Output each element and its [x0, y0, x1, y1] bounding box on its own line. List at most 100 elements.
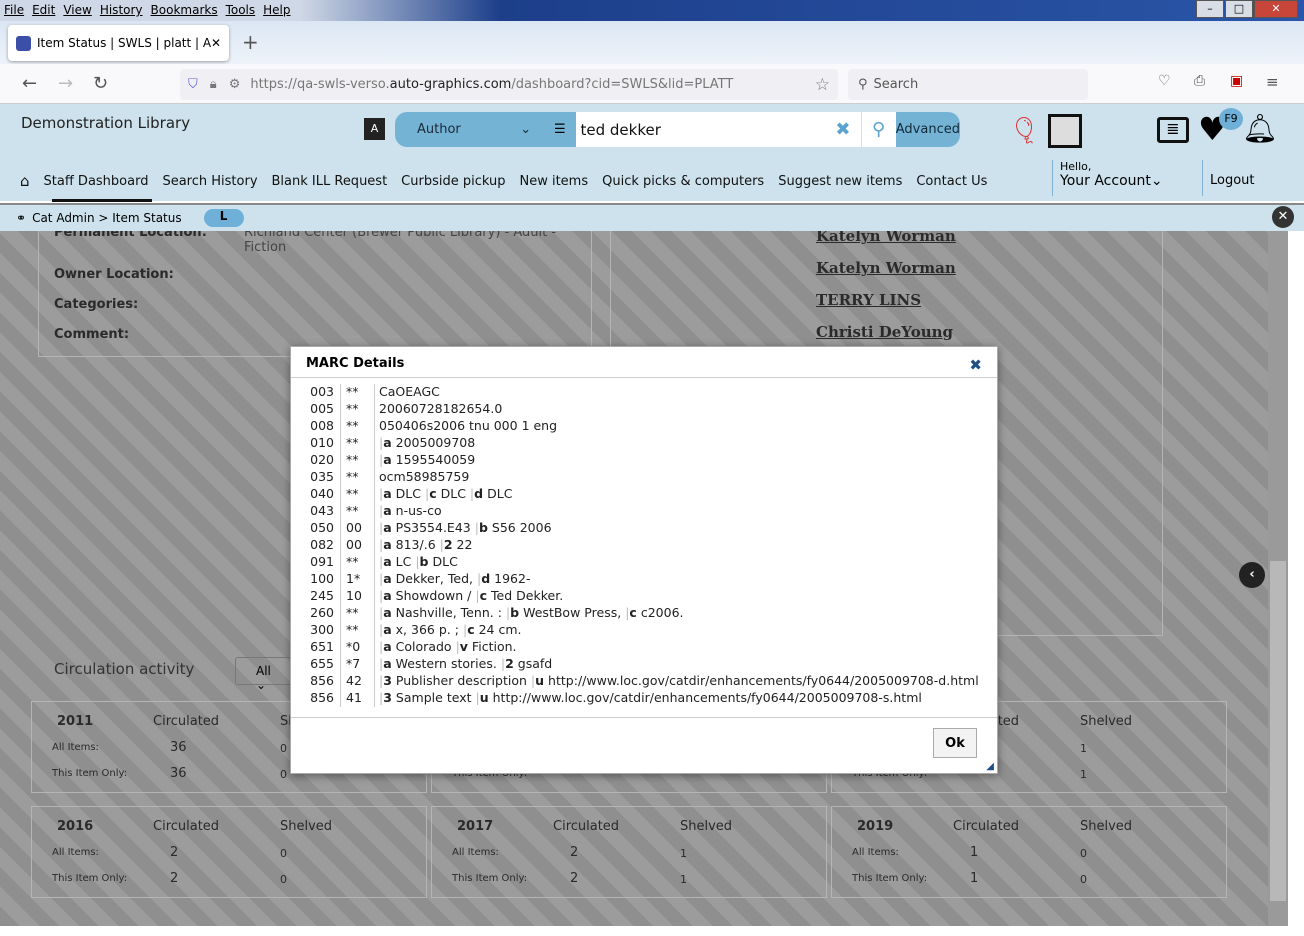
nav-curbside-pickup[interactable]: Curbside pickup	[401, 174, 505, 189]
url-bar[interactable]: ⛉ 🔒︎ ⚙ https://qa-swls-verso. auto-graphics.…	[180, 69, 838, 100]
nav-search-history[interactable]: Search History	[162, 174, 257, 189]
circulated-header: Circulated	[153, 819, 220, 834]
marc-indicators: 00	[341, 520, 375, 537]
search-icon[interactable]: ⚲	[860, 112, 896, 147]
marc-row: 245 10 |a Showdown / |c Ted Dekker.	[291, 588, 997, 605]
marc-indicators: *0	[341, 639, 375, 656]
menu-edit[interactable]: Edit	[28, 0, 59, 17]
menu-help[interactable]: Help	[259, 0, 294, 17]
chevron-left-icon[interactable]: ‹	[1239, 562, 1265, 588]
marc-indicators: **	[341, 435, 375, 452]
name-link[interactable]: Katelyn Worman	[816, 231, 956, 245]
forward-icon[interactable]: →	[58, 73, 73, 94]
nav-blank-ill-request[interactable]: Blank ILL Request	[272, 174, 388, 189]
minimize-button[interactable]: –	[1196, 0, 1224, 18]
close-icon[interactable]: ✕	[1272, 206, 1294, 228]
all-shelved: 0	[280, 742, 287, 755]
advanced-search-button[interactable]: Advanced	[896, 122, 960, 137]
browser-tab[interactable]: Item Status | SWLS | platt | Auto-✕	[8, 25, 229, 61]
circulation-filter[interactable]: All ⌄	[235, 657, 295, 692]
tab-title: Item Status | SWLS | platt | Auto-	[37, 36, 211, 50]
l-badge[interactable]: L	[203, 209, 244, 227]
scrollbar-thumb[interactable]	[1270, 561, 1286, 901]
close-tab-icon[interactable]: ✕	[211, 36, 221, 50]
account-menu[interactable]: Hello, Your Account⌄	[1052, 160, 1202, 196]
browser-search[interactable]: ⚲ Search	[848, 69, 1088, 100]
marc-tag: 035	[291, 469, 341, 486]
marc-row: 020 ** |a 1595540059	[291, 452, 997, 469]
close-window-button[interactable]: ✕	[1254, 0, 1298, 18]
name-link[interactable]: TERRY LINS	[816, 291, 921, 309]
search-input[interactable]	[576, 112, 826, 147]
close-icon[interactable]: ✖	[969, 356, 982, 374]
nav-suggest-new-items[interactable]: Suggest new items	[778, 174, 902, 189]
new-tab-button[interactable]: +	[242, 30, 259, 54]
marc-row: 050 00 |a PS3554.E43 |b S56 2006	[291, 520, 997, 537]
logout-link[interactable]: Logout	[1202, 160, 1255, 196]
catalog-search-icon[interactable]	[1048, 114, 1082, 148]
clear-search-icon[interactable]: ✖	[825, 112, 861, 147]
all-circulated: 2	[570, 845, 579, 860]
marc-value: |a Western stories. |2 gsafd	[379, 656, 553, 671]
menu-tools[interactable]: Tools	[222, 0, 260, 17]
reload-icon[interactable]: ↻	[93, 73, 108, 94]
marc-row: 008 ** 050406s2006 tnu 000 1 eng	[291, 418, 997, 435]
scrollbar[interactable]	[1268, 231, 1288, 926]
ok-button[interactable]: Ok	[933, 728, 977, 758]
all-items-label: All Items:	[452, 847, 499, 858]
resize-handle-icon[interactable]: ◢	[986, 761, 994, 772]
marc-tag: 003	[291, 384, 341, 401]
home-icon[interactable]: ⌂	[20, 172, 30, 190]
bookmark-star-icon[interactable]: ☆	[815, 75, 830, 95]
marc-row: 035 ** ocm58985759	[291, 469, 997, 486]
this-shelved: 0	[280, 768, 287, 781]
back-icon[interactable]: ←	[22, 73, 37, 94]
menu-history[interactable]: History	[96, 0, 147, 17]
list-icon[interactable]: ≣	[1157, 117, 1189, 143]
f9-badge: F9	[1219, 108, 1243, 130]
shelved-header: Shelved	[1080, 819, 1133, 834]
marc-indicators: 1*	[341, 571, 375, 588]
shelved-header: Shelved	[680, 819, 733, 834]
name-link[interactable]: Christi DeYoung	[816, 323, 953, 341]
window-controls: – □ ✕	[1195, 0, 1298, 18]
account-label: Your Account	[1060, 173, 1151, 189]
this-item-label: This Item Only:	[452, 873, 528, 884]
database-icon[interactable]: ☰	[543, 122, 576, 137]
all-shelved: 0	[1080, 847, 1087, 860]
search-bar: Author ⌄ ☰ ✖ ⚲ Advanced	[395, 112, 960, 147]
breadcrumb-path[interactable]: Cat Admin > Item Status	[32, 211, 182, 225]
search-type-value: Author	[417, 122, 461, 137]
maximize-button[interactable]: □	[1225, 0, 1253, 18]
nav-contact-us[interactable]: Contact Us	[916, 174, 987, 189]
bell-icon[interactable]: 🔔︎	[1242, 112, 1278, 145]
balloon-icon[interactable]: 🎈︎	[1008, 116, 1041, 146]
menu-file[interactable]: File	[0, 0, 28, 17]
name-link[interactable]: Katelyn Worman	[816, 259, 956, 277]
all-shelved: 1	[1080, 742, 1087, 755]
marc-indicators: **	[341, 486, 375, 503]
menu-icon[interactable]: ≡	[1266, 73, 1279, 91]
this-circulated: 1	[970, 871, 979, 886]
marc-row: 040 ** |a DLC |c DLC |d DLC	[291, 486, 997, 503]
this-item-label: This Item Only:	[52, 768, 128, 779]
pocket-icon[interactable]: ♡	[1158, 73, 1171, 89]
print-icon[interactable]: ⎙	[1194, 73, 1205, 89]
language-icon[interactable]: A	[364, 118, 385, 140]
extension-icon[interactable]: ▣	[1230, 73, 1243, 89]
menu-bookmarks[interactable]: Bookmarks	[147, 0, 222, 17]
nav-staff-dashboard[interactable]: Staff Dashboard	[44, 174, 149, 189]
this-item-label: This Item Only:	[52, 873, 128, 884]
marc-row: 091 ** |a LC |b DLC	[291, 554, 997, 571]
library-name: Demonstration Library	[21, 114, 191, 132]
menu-view[interactable]: View	[59, 0, 95, 17]
marc-indicators: **	[341, 401, 375, 418]
dialog-header: MARC Details ✖	[291, 347, 997, 378]
search-type-select[interactable]: Author ⌄	[395, 122, 543, 137]
item-details-panel: Permanent Location: Richland Center (Bre…	[38, 231, 592, 357]
nav-quick-picks[interactable]: Quick picks & computers	[602, 174, 764, 189]
marc-indicators: 42	[341, 673, 375, 690]
nav-new-items[interactable]: New items	[519, 174, 588, 189]
circulated-header: Circulated	[953, 819, 1020, 834]
marc-tag: 043	[291, 503, 341, 520]
